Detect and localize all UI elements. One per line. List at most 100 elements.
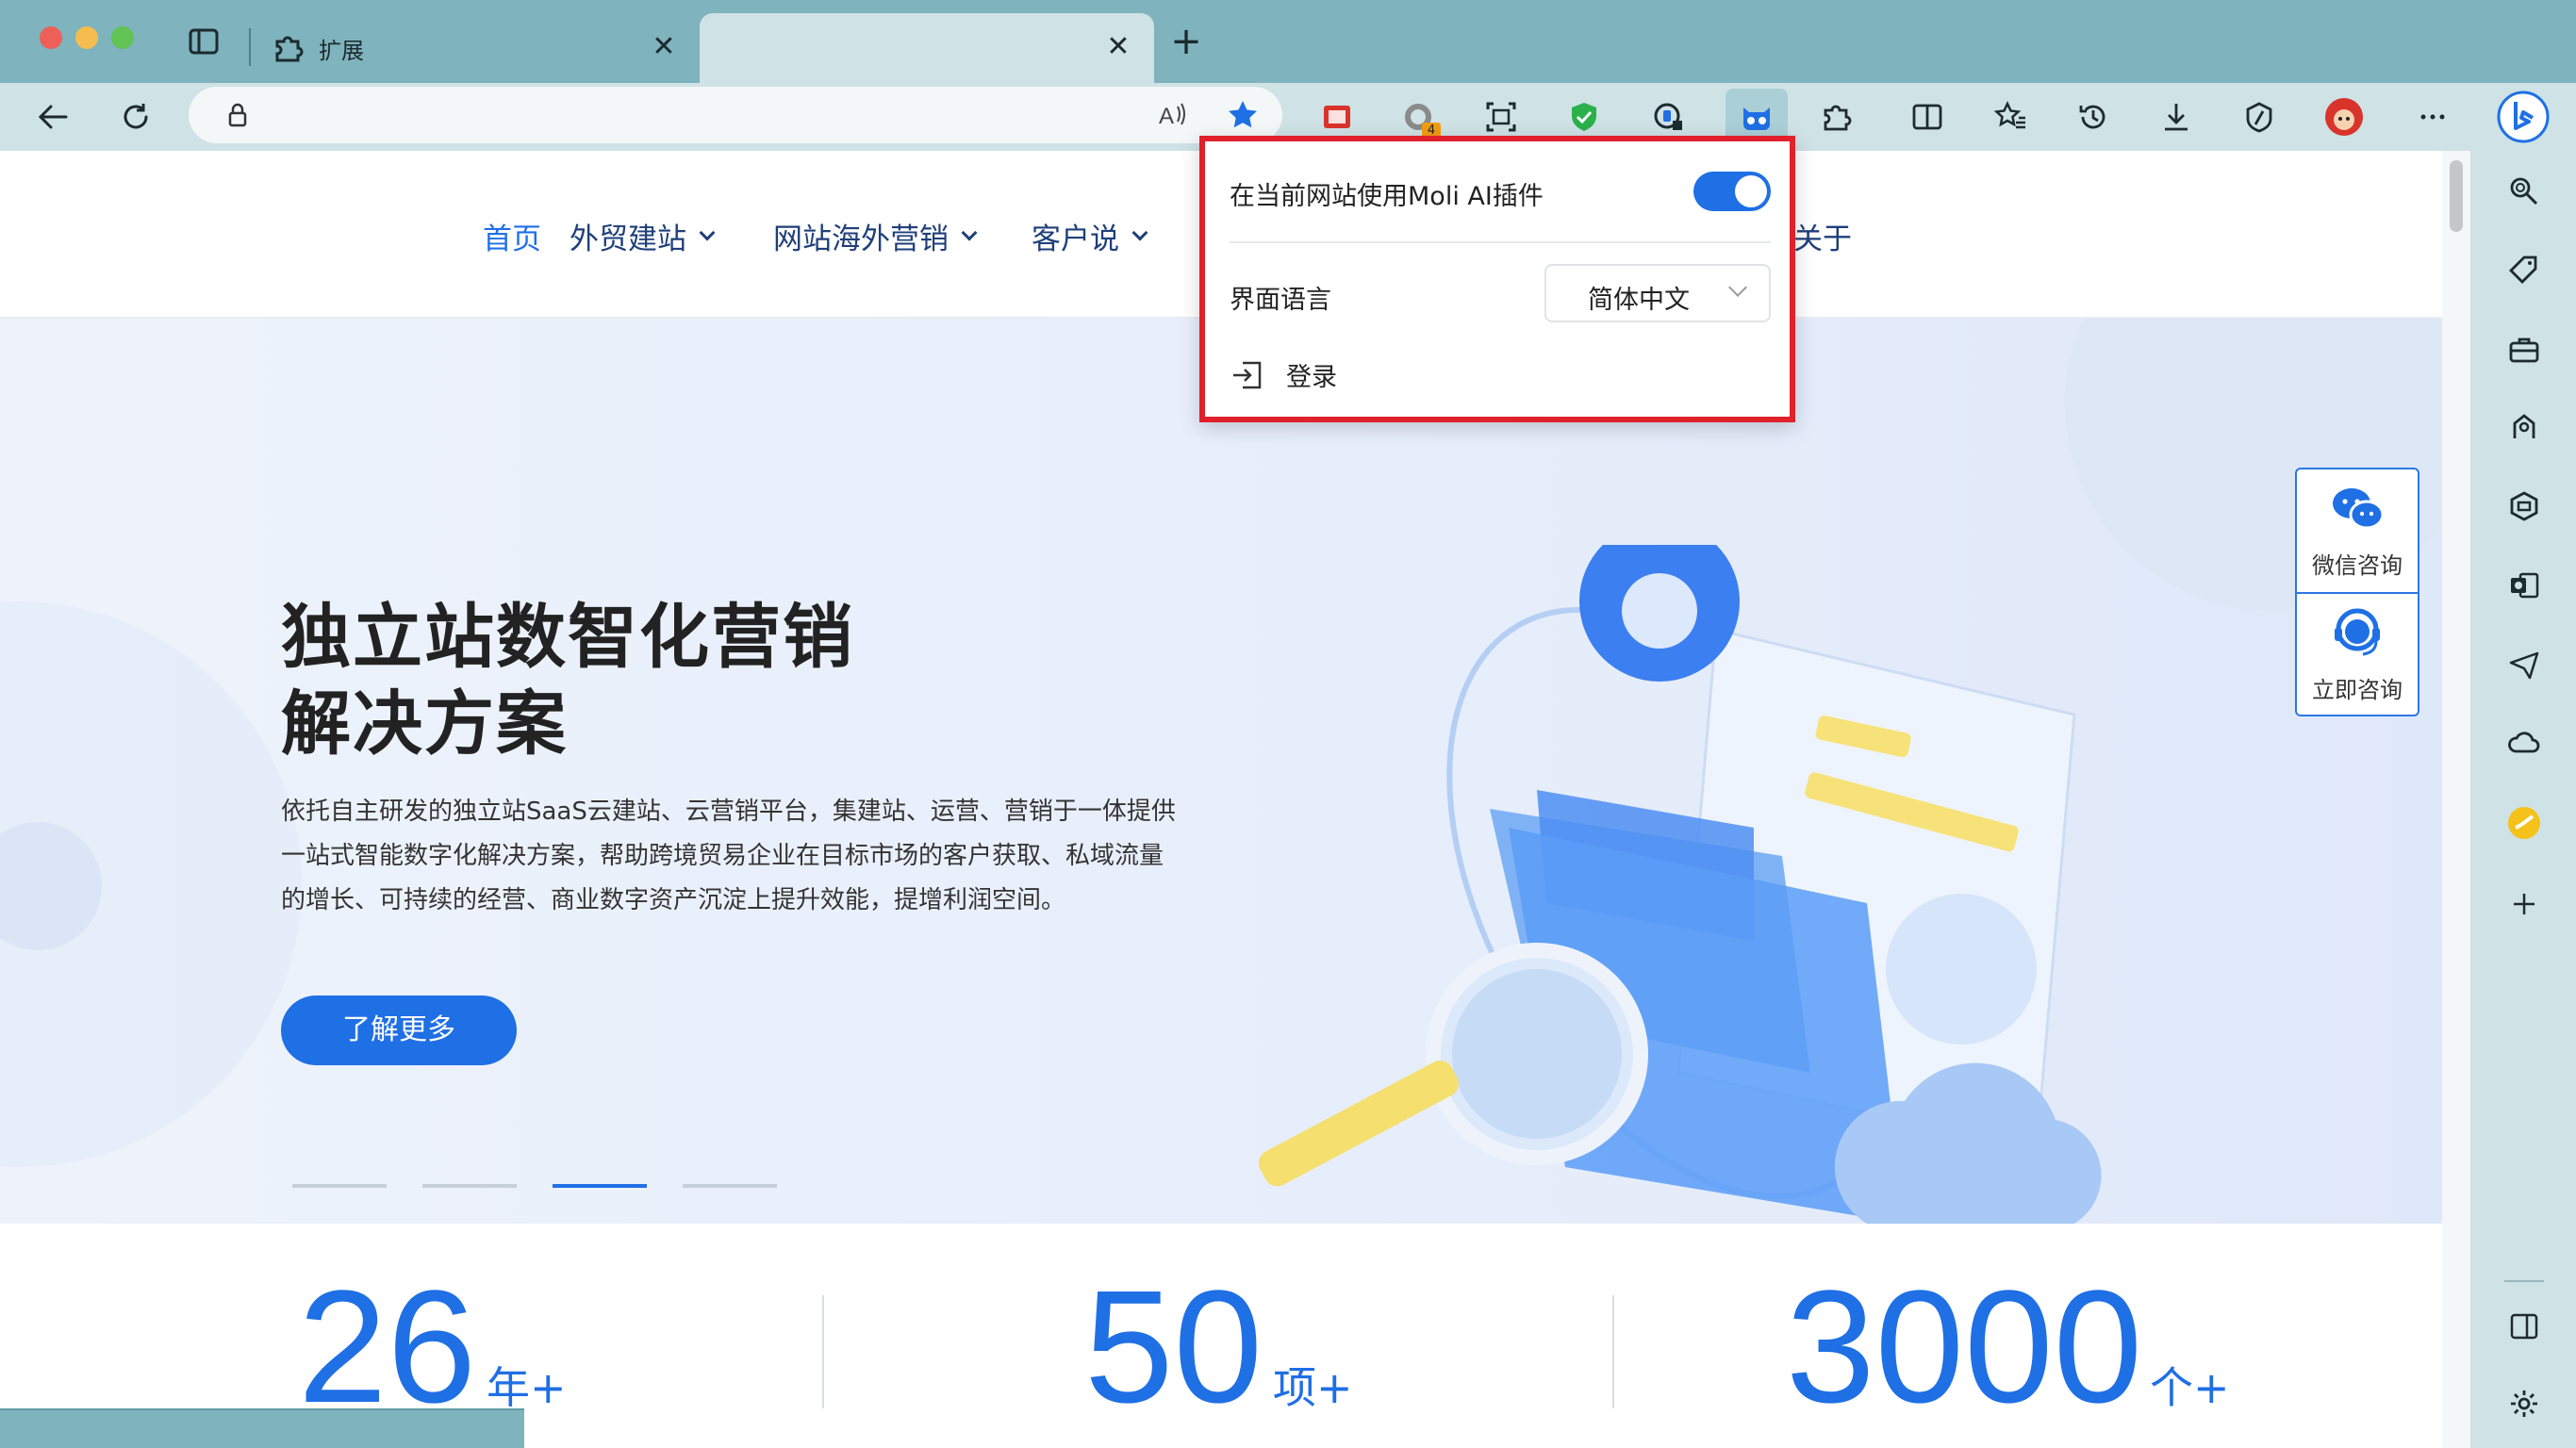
- read-aloud-icon[interactable]: A: [1148, 90, 1197, 140]
- carousel-dot-active[interactable]: [553, 1184, 647, 1188]
- address-bar[interactable]: A: [189, 87, 1282, 143]
- moli-ai-popup: 在当前网站使用Moli AI插件 界面语言 简体中文 登录: [1199, 136, 1795, 422]
- favorite-star-icon[interactable]: [1218, 90, 1267, 140]
- favorites-icon[interactable]: [1986, 92, 2035, 141]
- close-window-button[interactable]: [40, 26, 62, 49]
- extension-red-icon[interactable]: [1313, 92, 1362, 141]
- add-icon[interactable]: [2504, 884, 2544, 924]
- stat-number: 3000: [1786, 1258, 2143, 1437]
- new-tab-button[interactable]: +: [1165, 23, 1207, 64]
- settings-icon[interactable]: [2504, 1384, 2544, 1423]
- chevron-down-icon: [699, 224, 716, 240]
- stat-divider: [1612, 1295, 1614, 1408]
- stat-unit: 个+: [2150, 1362, 2230, 1413]
- popup-divider: [1230, 241, 1771, 243]
- folder-illustration: [1258, 545, 2102, 1224]
- back-icon[interactable]: [28, 92, 77, 141]
- chevron-down-icon: [1131, 224, 1148, 240]
- hero-title: 独立站数智化营销 解决方案: [281, 594, 941, 767]
- hero-description: 依托自主研发的独立站SaaS云建站、云营销平台，集建站、运营、营销于一体提供 一…: [281, 790, 1224, 923]
- title-bar: 扩展 ✕ ✕ +: [0, 0, 2576, 83]
- hero-desc-line: 依托自主研发的独立站SaaS云建站、云营销平台，集建站、运营、营销于一体提供: [281, 798, 1176, 826]
- nav-label: 关于: [1793, 222, 1852, 256]
- instant-consult-button[interactable]: 立即咨询: [2297, 594, 2418, 716]
- edge-sidebar: [2470, 151, 2576, 1448]
- tag-icon[interactable]: [2504, 251, 2544, 290]
- stat-unit: 项+: [1273, 1362, 1353, 1413]
- contact-float-panel: 微信咨询 立即咨询: [2295, 468, 2419, 716]
- password-icon[interactable]: [1644, 92, 1693, 141]
- refresh-icon[interactable]: [111, 92, 160, 141]
- chevron-down-icon: [961, 224, 978, 240]
- hero-title-line: 独立站数智化营销: [281, 597, 854, 678]
- hero-title-line: 解决方案: [281, 683, 568, 765]
- split-screen-icon[interactable]: [1903, 92, 1952, 141]
- language-value: 简体中文: [1588, 286, 1690, 315]
- close-tab-icon[interactable]: ✕: [645, 28, 683, 66]
- wechat-consult-label: 微信咨询: [2312, 552, 2403, 579]
- headset-icon: [2335, 608, 2380, 656]
- learn-more-button[interactable]: 了解更多: [281, 996, 517, 1065]
- extensions-icon[interactable]: [1812, 92, 1861, 141]
- carousel-dot[interactable]: [422, 1184, 517, 1188]
- tab-actions-icon[interactable]: [185, 23, 223, 60]
- outlook-icon[interactable]: [2504, 566, 2544, 605]
- briefcase-icon[interactable]: [2504, 330, 2544, 370]
- nav-label: 外贸建站: [570, 222, 686, 256]
- puzzle-icon: [270, 30, 305, 66]
- tab-active[interactable]: ✕: [700, 13, 1154, 83]
- screenshot-icon[interactable]: [1477, 92, 1526, 141]
- nav-home[interactable]: 首页: [483, 215, 541, 257]
- app-yellow-icon[interactable]: [2504, 803, 2544, 843]
- extension-circle-icon[interactable]: 4: [1394, 92, 1443, 141]
- bing-copilot-icon[interactable]: [2493, 87, 2553, 147]
- tab-extensions[interactable]: 扩展 ✕: [249, 13, 700, 83]
- office-icon[interactable]: [2504, 486, 2544, 526]
- cloud-icon[interactable]: [2504, 724, 2544, 764]
- sidebar-toggle-icon[interactable]: [2504, 1307, 2544, 1346]
- toggle-knob: [1735, 175, 1767, 207]
- hero-banner: 独立站数智化营销 解决方案 依托自主研发的独立站SaaS云建站、云营销平台，集建…: [0, 319, 2442, 1224]
- login-icon: [1233, 361, 1262, 388]
- page-scrollbar[interactable]: [2442, 151, 2470, 1448]
- login-button[interactable]: 登录: [1230, 356, 1337, 393]
- hero-desc-line: 的增长、可持续的经营、商业数字资产沉淀上提升效能，提增利润空间。: [281, 886, 1066, 914]
- nav-label: 首页: [483, 222, 541, 256]
- status-bar: [0, 1408, 524, 1448]
- svg-text:A: A: [1159, 104, 1174, 129]
- nav-customers[interactable]: 客户说: [1032, 215, 1148, 257]
- scrollbar-thumb[interactable]: [2450, 160, 2463, 232]
- more-icon[interactable]: [2408, 92, 2457, 141]
- games-icon[interactable]: [2504, 407, 2544, 447]
- hero-desc-line: 一站式智能数字化解决方案，帮助跨境贸易企业在目标市场的客户获取、私域流量: [281, 842, 1164, 870]
- wechat-consult-button[interactable]: 微信咨询: [2297, 469, 2418, 592]
- nav-about[interactable]: 关于: [1793, 215, 1852, 257]
- language-select[interactable]: 简体中文: [1544, 264, 1771, 322]
- shield-check-icon[interactable]: [1560, 92, 1609, 141]
- search-icon[interactable]: [2504, 172, 2544, 211]
- history-icon[interactable]: [2069, 92, 2118, 141]
- send-icon[interactable]: [2504, 645, 2544, 684]
- chevron-down-icon: [1728, 278, 1747, 297]
- download-icon[interactable]: [2152, 92, 2201, 141]
- login-label: 登录: [1286, 363, 1337, 392]
- stat-unit: 年+: [487, 1362, 567, 1413]
- performance-icon[interactable]: [2235, 92, 2284, 141]
- carousel-dot[interactable]: [292, 1184, 387, 1188]
- nav-overseas-marketing[interactable]: 网站海外营销: [773, 215, 978, 257]
- minimize-window-button[interactable]: [75, 26, 98, 49]
- instant-consult-label: 立即咨询: [2312, 677, 2403, 703]
- stat-number: 50: [1084, 1258, 1263, 1437]
- wechat-icon: [2333, 488, 2385, 530]
- tab-title: 扩展: [319, 38, 364, 64]
- maximize-window-button[interactable]: [111, 26, 134, 49]
- enable-plugin-toggle[interactable]: [1693, 172, 1771, 211]
- profile-avatar-icon[interactable]: [2320, 92, 2369, 141]
- carousel-dot[interactable]: [683, 1184, 777, 1188]
- nav-website-building[interactable]: 外贸建站: [570, 215, 716, 257]
- toggle-label: 在当前网站使用Moli AI插件: [1230, 182, 1544, 211]
- lock-icon[interactable]: [213, 90, 262, 140]
- stat-divider: [822, 1295, 824, 1408]
- close-tab-icon[interactable]: ✕: [1099, 28, 1137, 66]
- sidebar-divider: [2504, 1280, 2544, 1282]
